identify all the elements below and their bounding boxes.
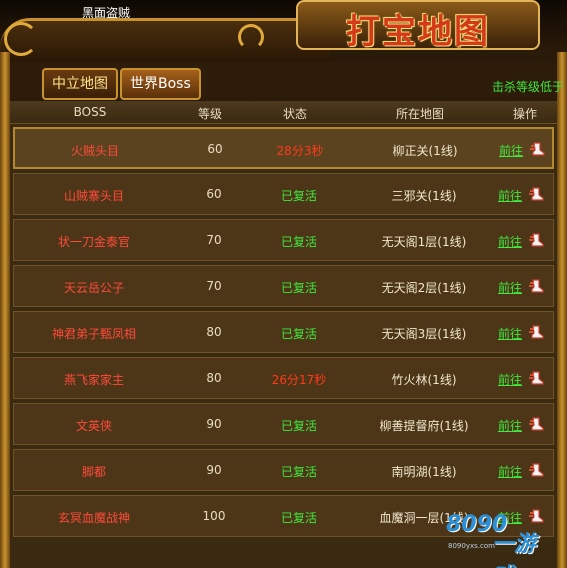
frame-right-border (557, 52, 567, 568)
window-title: 打宝地图 (346, 12, 490, 52)
boss-table: BOSS 等级 状态 所在地图 操作 火贼头目 60 28分3秒 柳正关(1线) 前往山… (10, 101, 557, 568)
teleport-boot-icon[interactable] (530, 141, 546, 157)
boss-status: 已复活 (280, 189, 317, 203)
table-row[interactable]: 山贼寨头目 60 已复活 三邪关(1线) 前往 (13, 173, 554, 215)
boss-name: 天云岳公子 (63, 281, 124, 295)
watermark-url: 8090yxs.com (448, 542, 495, 550)
boss-status: 已复活 (280, 281, 317, 295)
boss-name: 状一刀金泰官 (57, 235, 130, 249)
boss-status: 已复活 (280, 465, 317, 479)
tab-neutral-map[interactable]: 中立地图 (42, 68, 118, 100)
boss-name: 文英侠 (75, 419, 112, 433)
scroll-ornament-icon (4, 22, 38, 56)
teleport-boot-icon[interactable] (529, 370, 545, 386)
table-header: BOSS 等级 状态 所在地图 操作 (10, 101, 557, 124)
teleport-boot-icon[interactable] (529, 232, 545, 248)
frame-left-border (0, 52, 10, 568)
column-header-map: 所在地图 (395, 107, 444, 121)
boss-level: 70 (206, 233, 222, 247)
title-plate: 打宝地图 (296, 0, 540, 52)
table-row[interactable]: 天云岳公子 70 已复活 无天阁2层(1线) 前往 (13, 265, 554, 307)
table-row[interactable]: 状一刀金泰官 70 已复活 无天阁1层(1线) 前往 (13, 219, 554, 261)
boss-level: 90 (206, 463, 222, 477)
table-row[interactable]: 火贼头目 60 28分3秒 柳正关(1线) 前往 (13, 127, 554, 169)
teleport-boot-icon[interactable] (529, 278, 545, 294)
ornate-frame-top (0, 18, 330, 61)
column-header-action: 操作 (512, 107, 537, 121)
column-header-boss: BOSS (73, 105, 107, 119)
table-row[interactable]: 神君弟子甄凤相 80 已复活 无天阁3层(1线) 前往 (13, 311, 554, 353)
boss-name: 玄冥血魔战神 (57, 511, 130, 525)
table-row[interactable]: 文英侠 90 已复活 柳善提督府(1线) 前往 (13, 403, 554, 445)
table-row[interactable]: 脚都 90 已复活 南明湖(1线) 前往 (13, 449, 554, 491)
boss-name: 神君弟子甄凤相 (51, 327, 136, 341)
treasure-map-window: 黑面盗贼 打宝地图 中立地图 世界Boss 击杀等级低于 BOSS 等级 状态 … (0, 0, 567, 568)
teleport-boot-icon[interactable] (529, 186, 545, 202)
teleport-boot-icon[interactable] (529, 324, 545, 340)
boss-status: 28分3秒 (276, 144, 324, 158)
boss-level: 70 (206, 279, 222, 293)
table-row[interactable]: 燕飞家家主 80 26分17秒 竹火林(1线) 前往 (13, 357, 554, 399)
teleport-boot-icon[interactable] (529, 416, 545, 432)
site-watermark: 8090 一游戏 8090yxs.com (446, 512, 556, 568)
boss-status: 已复活 (280, 235, 317, 249)
boss-status: 已复活 (280, 511, 317, 525)
boss-name: 脚都 (81, 465, 106, 479)
boss-level: 90 (206, 417, 222, 431)
boss-name: 火贼头目 (70, 144, 119, 158)
boss-status: 已复活 (280, 419, 317, 433)
boss-level: 80 (206, 325, 222, 339)
boss-level: 80 (206, 371, 222, 385)
boss-level: 100 (202, 509, 226, 523)
scroll-ornament-icon (238, 24, 264, 50)
boss-name: 山贼寨头目 (63, 189, 124, 203)
column-header-status: 状态 (282, 107, 307, 121)
watermark-game: 一游戏 (492, 532, 537, 568)
column-header-level: 等级 (197, 107, 222, 121)
teleport-boot-icon[interactable] (529, 462, 545, 478)
boss-level: 60 (206, 187, 222, 201)
boss-status: 26分17秒 (271, 373, 327, 387)
boss-level: 60 (207, 142, 223, 156)
boss-status: 已复活 (280, 327, 317, 341)
tab-bar: 中立地图 世界Boss 击杀等级低于 (10, 62, 564, 100)
boss-name: 燕飞家家主 (63, 373, 124, 387)
tab-world-boss[interactable]: 世界Boss (120, 68, 201, 100)
kill-level-note: 击杀等级低于 (492, 80, 565, 94)
